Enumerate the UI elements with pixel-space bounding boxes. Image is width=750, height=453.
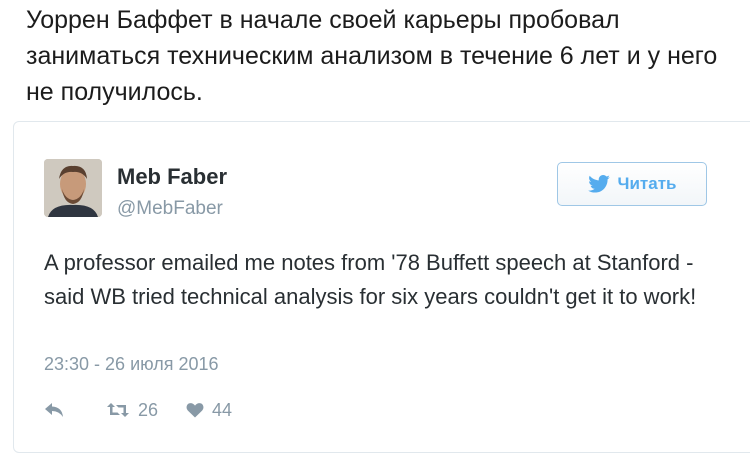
- avatar[interactable]: [44, 159, 102, 217]
- retweet-button[interactable]: 26: [106, 400, 158, 421]
- reply-icon: [45, 403, 63, 417]
- reply-button[interactable]: [44, 402, 64, 418]
- like-count: 44: [212, 399, 233, 420]
- follow-button-label: Читать: [617, 174, 677, 193]
- tweet-card: Meb Faber @MebFaber Читать A professor e…: [13, 121, 750, 453]
- twitter-bird-icon: [587, 175, 610, 193]
- author-handle[interactable]: @MebFaber: [117, 198, 223, 220]
- tweet-timestamp[interactable]: 23:30 - 26 июля 2016: [44, 354, 219, 375]
- retweet-icon: [107, 403, 129, 417]
- retweet-count: 26: [138, 399, 159, 420]
- avatar-image: [44, 159, 102, 217]
- tweet-text: A professor emailed me notes from '78 Bu…: [44, 250, 697, 309]
- like-button[interactable]: 44: [186, 400, 232, 421]
- follow-button[interactable]: Читать: [557, 162, 707, 206]
- tweet-actions: 26 44: [44, 398, 232, 422]
- post-text: Уоррен Баффет в начале своей карьеры про…: [26, 6, 718, 106]
- author-name[interactable]: Meb Faber: [117, 164, 227, 190]
- heart-icon: [186, 403, 204, 418]
